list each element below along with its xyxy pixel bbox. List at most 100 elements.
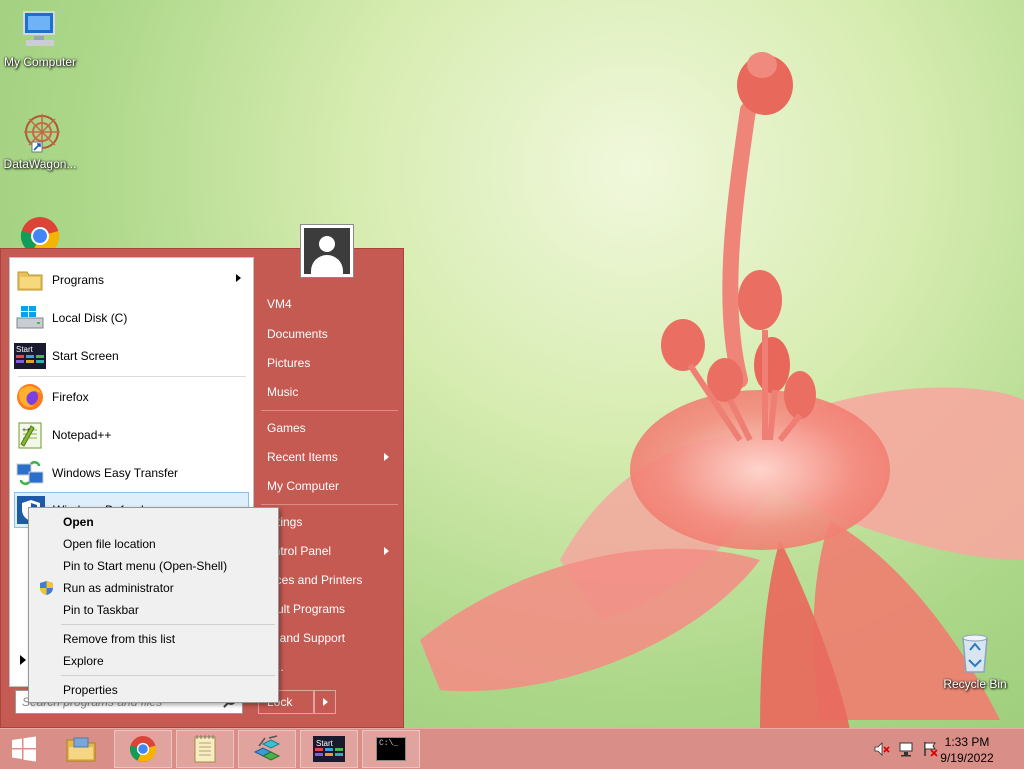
right-item-label: Games bbox=[267, 421, 306, 435]
right-item-label: vices and Printers bbox=[267, 573, 363, 587]
start-item-notepadpp[interactable]: ++ Notepad++ bbox=[14, 417, 249, 453]
ctx-run-as-admin[interactable]: Run as administrator bbox=[32, 577, 275, 599]
easy-transfer-icon bbox=[14, 457, 46, 489]
all-programs-arrow-icon[interactable] bbox=[20, 655, 26, 665]
ctx-open[interactable]: Open bbox=[32, 511, 275, 533]
taskbar-registry[interactable] bbox=[238, 730, 296, 768]
taskbar-clock[interactable]: 1:33 PM 9/19/2022 bbox=[932, 734, 1002, 766]
start-item-label: Start Screen bbox=[52, 349, 119, 363]
ctx-label: Pin to Taskbar bbox=[63, 603, 139, 617]
start-tile-label: Start bbox=[316, 739, 333, 748]
taskbar-notepad[interactable] bbox=[176, 730, 234, 768]
notepad-icon bbox=[194, 735, 216, 763]
start-item-start-screen[interactable]: Start Start Screen bbox=[14, 338, 249, 374]
start-item-label: Programs bbox=[52, 273, 105, 287]
desktop-icon-datawagon[interactable]: DataWagon... bbox=[0, 110, 80, 171]
cmd-label: C:\_ bbox=[379, 739, 399, 748]
drive-icon bbox=[14, 302, 46, 334]
ctx-pin-taskbar[interactable]: Pin to Taskbar bbox=[32, 599, 275, 621]
start-right-recent-items[interactable]: Recent Items bbox=[267, 444, 397, 470]
start-right-help-support[interactable]: lp and Support bbox=[267, 625, 397, 651]
firefox-icon bbox=[14, 381, 46, 413]
right-item-label: My Computer bbox=[267, 479, 340, 493]
start-right-devices-printers[interactable]: vices and Printers bbox=[267, 567, 397, 593]
start-item-programs[interactable]: Programs bbox=[14, 262, 249, 298]
right-item-label: VM4 bbox=[267, 297, 292, 311]
chrome-icon bbox=[129, 736, 157, 762]
datawagon-icon bbox=[18, 110, 62, 154]
right-item-label: Music bbox=[267, 385, 299, 399]
ctx-label: Remove from this list bbox=[63, 632, 176, 646]
start-right-documents[interactable]: Documents bbox=[267, 321, 397, 347]
user-icon bbox=[304, 228, 350, 274]
registry-icon bbox=[253, 735, 281, 761]
taskbar: Start C:\_ 1:33 PM 9/19/2022 bbox=[0, 728, 1024, 769]
taskbar-start-screen[interactable]: Start bbox=[300, 730, 358, 768]
start-right-games[interactable]: Games bbox=[267, 415, 397, 441]
taskbar-file-explorer[interactable] bbox=[52, 730, 110, 768]
shutdown-options-button[interactable] bbox=[314, 690, 336, 714]
network-icon[interactable] bbox=[898, 741, 914, 757]
user-avatar[interactable] bbox=[300, 224, 354, 278]
divider bbox=[61, 624, 275, 625]
divider bbox=[261, 410, 398, 411]
divider bbox=[18, 376, 246, 377]
ctx-label: Pin to Start menu (Open-Shell) bbox=[63, 559, 228, 573]
computer-icon bbox=[18, 8, 62, 52]
volume-muted-icon[interactable] bbox=[874, 741, 890, 757]
start-right-pictures[interactable]: Pictures bbox=[267, 350, 397, 376]
cmd-icon: C:\_ bbox=[376, 737, 406, 761]
start-item-label: Local Disk (C) bbox=[52, 311, 128, 325]
start-right-music[interactable]: Music bbox=[267, 379, 397, 405]
divider bbox=[261, 504, 398, 505]
divider bbox=[61, 675, 275, 676]
desktop-icon-label: Recycle Bin bbox=[943, 677, 1007, 691]
chevron-right-icon bbox=[384, 453, 389, 461]
desktop-icon-label: DataWagon... bbox=[3, 157, 77, 171]
start-item-label: Notepad++ bbox=[52, 428, 112, 442]
right-item-label: Recent Items bbox=[267, 450, 338, 464]
taskbar-chrome[interactable] bbox=[114, 730, 172, 768]
svg-text:++: ++ bbox=[22, 427, 30, 434]
desktop-icon-my-computer[interactable]: My Computer bbox=[0, 8, 80, 69]
start-item-label: Windows Easy Transfer bbox=[52, 466, 179, 480]
folder-icon bbox=[14, 264, 46, 296]
start-right-run[interactable]: n... bbox=[267, 654, 397, 680]
context-menu: Open Open file location Pin to Start men… bbox=[28, 507, 279, 703]
ctx-label: Explore bbox=[63, 654, 104, 668]
ctx-remove-from-list[interactable]: Remove from this list bbox=[32, 628, 275, 650]
start-item-local-disk[interactable]: Local Disk (C) bbox=[14, 300, 249, 336]
ctx-label: Open bbox=[63, 515, 94, 529]
notepadpp-icon: ++ bbox=[14, 419, 46, 451]
svg-text:Start: Start bbox=[16, 345, 34, 354]
clock-date: 9/19/2022 bbox=[940, 751, 994, 765]
ctx-label: Open file location bbox=[63, 537, 156, 551]
ctx-pin-start-menu[interactable]: Pin to Start menu (Open-Shell) bbox=[32, 555, 275, 577]
taskbar-cmd[interactable]: C:\_ bbox=[362, 730, 420, 768]
ctx-label: Properties bbox=[63, 683, 118, 697]
start-right-control-panel[interactable]: ontrol Panel bbox=[267, 538, 397, 564]
ctx-open-file-location[interactable]: Open file location bbox=[32, 533, 275, 555]
chevron-right-icon bbox=[236, 274, 241, 282]
start-item-easy-transfer[interactable]: Windows Easy Transfer bbox=[14, 455, 249, 491]
uac-shield-icon bbox=[40, 581, 53, 595]
ctx-properties[interactable]: Properties bbox=[32, 679, 275, 701]
desktop-icon-label: My Computer bbox=[3, 55, 77, 69]
start-right-settings[interactable]: ettings bbox=[267, 509, 397, 535]
recycle-bin-icon bbox=[953, 630, 997, 674]
desktop-icon-recycle-bin[interactable]: Recycle Bin bbox=[935, 630, 1015, 691]
chevron-right-icon bbox=[323, 698, 328, 706]
ctx-label: Run as administrator bbox=[63, 581, 174, 595]
ctx-explore[interactable]: Explore bbox=[32, 650, 275, 672]
start-right-my-computer[interactable]: My Computer bbox=[267, 473, 397, 499]
start-right-user[interactable]: VM4 bbox=[267, 291, 397, 317]
start-right-default-programs[interactable]: fault Programs bbox=[267, 596, 397, 622]
clock-time: 1:33 PM bbox=[944, 735, 990, 749]
chevron-right-icon bbox=[384, 547, 389, 555]
right-item-label: Pictures bbox=[267, 356, 311, 370]
right-item-label: Documents bbox=[267, 327, 328, 341]
windows-logo-icon bbox=[12, 736, 36, 762]
start-button[interactable] bbox=[0, 730, 48, 768]
start-item-label: Firefox bbox=[52, 390, 89, 404]
start-item-firefox[interactable]: Firefox bbox=[14, 379, 249, 415]
